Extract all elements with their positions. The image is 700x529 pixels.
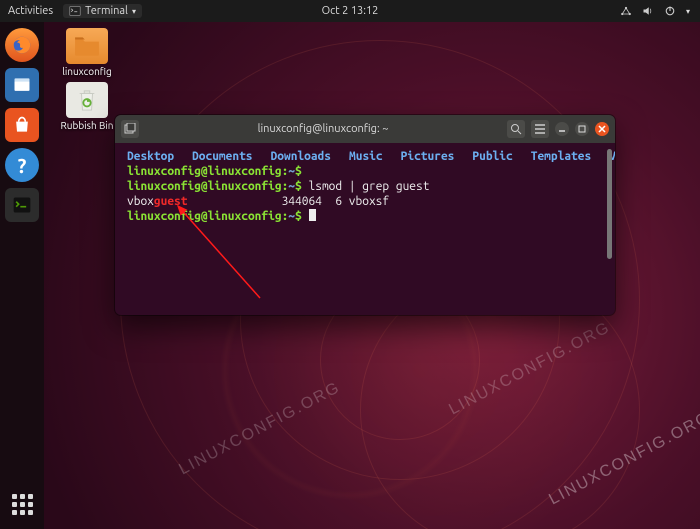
- dock-terminal[interactable]: [5, 188, 39, 222]
- firefox-icon: [11, 34, 33, 56]
- ls-output: DesktopDocumentsDownloadsMusicPicturesPu…: [127, 149, 603, 164]
- trash-icon: [66, 82, 108, 118]
- clock[interactable]: Oct 2 13:12: [322, 5, 379, 17]
- files-icon: [12, 75, 32, 95]
- desktop-icon-label: Rubbish Bin: [54, 120, 120, 131]
- search-icon: [510, 123, 522, 135]
- activities-button[interactable]: Activities: [8, 5, 53, 17]
- terminal-line: vboxguest 344064 6 vboxsf: [127, 194, 603, 209]
- search-button[interactable]: [507, 120, 525, 138]
- scrollbar-thumb[interactable]: [607, 149, 612, 259]
- close-button[interactable]: [595, 122, 609, 136]
- window-titlebar[interactable]: linuxconfig@linuxconfig: ~: [115, 115, 615, 143]
- volume-icon: [642, 5, 654, 17]
- desktop-icon-label: linuxconfig: [54, 66, 120, 77]
- hamburger-icon: [534, 123, 546, 135]
- dock: ?: [0, 22, 44, 529]
- desktop-trash[interactable]: Rubbish Bin: [54, 82, 120, 131]
- terminal-cursor: [309, 209, 316, 221]
- top-menubar: Activities Terminal ▾ Oct 2 13:12 ▾: [0, 0, 700, 22]
- app-menu-label: Terminal: [85, 5, 128, 17]
- dock-help[interactable]: ?: [5, 148, 39, 182]
- new-tab-button[interactable]: [121, 120, 139, 138]
- terminal-window: linuxconfig@linuxconfig: ~ DesktopDocume…: [115, 115, 615, 315]
- hamburger-menu-button[interactable]: [531, 120, 549, 138]
- terminal-line: linuxconfig@linuxconfig:~$: [127, 164, 603, 179]
- desktop-folder-linuxconfig[interactable]: linuxconfig: [54, 28, 120, 77]
- chevron-down-icon: ▾: [132, 7, 136, 16]
- minimize-button[interactable]: [555, 122, 569, 136]
- terminal-body[interactable]: DesktopDocumentsDownloadsMusicPicturesPu…: [115, 143, 615, 315]
- terminal-line: linuxconfig@linuxconfig:~$ lsmod | grep …: [127, 179, 603, 194]
- dock-firefox[interactable]: [5, 28, 39, 62]
- chevron-down-icon: ▾: [686, 7, 690, 16]
- new-tab-icon: [124, 123, 136, 135]
- terminal-icon: [12, 195, 32, 215]
- terminal-icon: [69, 5, 81, 17]
- show-applications-button[interactable]: [5, 487, 39, 521]
- maximize-icon: [578, 125, 586, 133]
- power-icon: [664, 5, 676, 17]
- app-menu[interactable]: Terminal ▾: [63, 4, 142, 18]
- system-tray[interactable]: ▾: [620, 5, 700, 17]
- dock-software[interactable]: [5, 108, 39, 142]
- window-title: linuxconfig@linuxconfig: ~: [145, 123, 501, 135]
- minimize-icon: [558, 125, 566, 133]
- maximize-button[interactable]: [575, 122, 589, 136]
- shopping-bag-icon: [12, 115, 32, 135]
- dock-files[interactable]: [5, 68, 39, 102]
- close-icon: [598, 125, 606, 133]
- terminal-line: linuxconfig@linuxconfig:~$: [127, 209, 603, 224]
- help-icon: ?: [18, 154, 27, 177]
- folder-icon: [66, 28, 108, 64]
- network-icon: [620, 5, 632, 17]
